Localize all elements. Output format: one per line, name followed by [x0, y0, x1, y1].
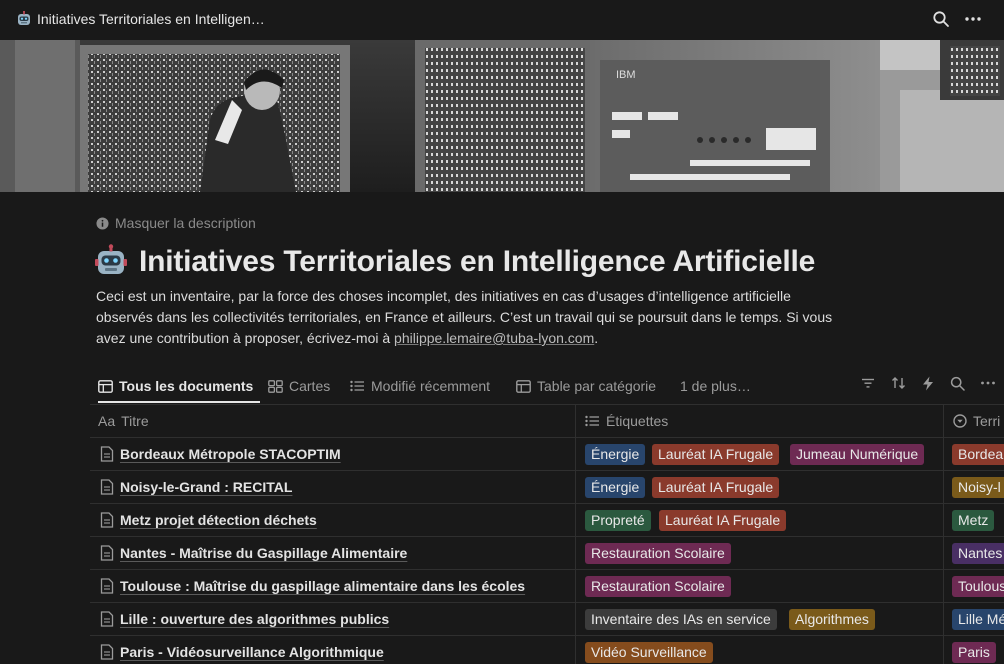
- table-row-title[interactable]: Toulouse : Maîtrise du gaspillage alimen…: [100, 576, 525, 596]
- document-icon: [100, 545, 114, 561]
- svg-text:IBM: IBM: [616, 69, 636, 81]
- territory-tag[interactable]: Bordea: [952, 444, 1004, 465]
- tab-label: Modifié récemment: [371, 378, 491, 394]
- column-header-territoire[interactable]: Terri: [953, 404, 1000, 437]
- active-tab-indicator: [98, 401, 260, 403]
- description-line: avez une contribution à proposer, écrive…: [96, 328, 876, 349]
- tag-proprete[interactable]: Propreté: [585, 510, 651, 531]
- page-description: Ceci est un inventaire, par la force des…: [96, 286, 876, 349]
- tag-laureat-ia-frugale[interactable]: Lauréat IA Frugale: [659, 510, 787, 531]
- territory-tag[interactable]: Metz: [952, 510, 995, 531]
- window-title[interactable]: Initiatives Territoriales en Intelligen…: [37, 11, 265, 27]
- hide-description-button[interactable]: Masquer la description: [96, 215, 256, 231]
- description-line: observés dans les collectivités territor…: [96, 309, 833, 325]
- filter-icon[interactable]: [861, 376, 875, 390]
- row-title-text: Noisy-le-Grand : RECITAL: [120, 479, 293, 495]
- tag-energie[interactable]: Énergie: [585, 477, 646, 498]
- table-border: [90, 635, 1004, 636]
- territory-tag[interactable]: Toulous: [952, 576, 1004, 597]
- more-views-button[interactable]: 1 de plus…: [680, 374, 751, 398]
- tag-video-surveillance[interactable]: Vidéo Surveillance: [585, 642, 713, 663]
- table-border: [90, 569, 1004, 570]
- text-property-icon: Aa: [98, 412, 116, 429]
- column-label: Titre: [121, 412, 149, 429]
- list-icon: [350, 380, 364, 392]
- description-text: avez une contribution à proposer, écrive…: [96, 330, 395, 346]
- automation-bolt-icon[interactable]: [922, 376, 934, 391]
- tab-label: Table par catégorie: [537, 378, 657, 394]
- tab-modifie-recemment[interactable]: Modifié récemment: [350, 374, 490, 398]
- tag-energie[interactable]: Énergie: [585, 444, 646, 465]
- table-row-title[interactable]: Paris - Vidéosurveillance Algorithmique: [100, 642, 384, 662]
- table-row-title[interactable]: Nantes - Maîtrise du Gaspillage Alimenta…: [100, 543, 407, 563]
- table-icon: [516, 379, 531, 393]
- tab-tous-les-documents[interactable]: Tous les documents: [98, 374, 253, 398]
- search-icon[interactable]: [932, 10, 950, 28]
- row-title-text: Toulouse : Maîtrise du gaspillage alimen…: [120, 578, 526, 594]
- document-icon: [100, 578, 114, 594]
- document-icon: [100, 644, 114, 660]
- tag-laureat-ia-frugale[interactable]: Lauréat IA Frugale: [652, 444, 780, 465]
- tag-restauration-scolaire[interactable]: Restauration Scolaire: [585, 576, 731, 597]
- territory-tag[interactable]: Lille Mé: [952, 609, 1004, 630]
- document-icon: [100, 479, 114, 495]
- territory-tag[interactable]: Paris: [952, 642, 996, 663]
- gallery-icon: [268, 379, 283, 393]
- table-border: [90, 404, 1004, 405]
- tag-restauration-scolaire[interactable]: Restauration Scolaire: [585, 543, 731, 564]
- robot-emoji-icon: [18, 11, 30, 25]
- row-title-text: Bordeaux Métropole STACOPTIM: [120, 446, 341, 462]
- tab-table-par-categorie[interactable]: Table par catégorie: [516, 374, 656, 398]
- table-border: [90, 503, 1004, 504]
- search-icon[interactable]: [950, 376, 965, 391]
- tab-label: Cartes: [289, 378, 331, 394]
- multi-select-icon: [585, 415, 599, 426]
- cover-image[interactable]: IBM: [0, 40, 1004, 192]
- document-icon: [100, 512, 114, 528]
- tab-label: Tous les documents: [119, 378, 254, 394]
- sort-icon[interactable]: [891, 376, 906, 390]
- tag-jumeau-numerique[interactable]: Jumeau Numérique: [790, 444, 925, 465]
- table-border: [90, 470, 1004, 471]
- select-icon: [953, 413, 967, 428]
- document-icon: [100, 446, 114, 462]
- hide-description-label: Masquer la description: [115, 215, 256, 231]
- info-icon: [96, 216, 109, 230]
- table-border: [90, 536, 1004, 537]
- tag-laureat-ia-frugale[interactable]: Lauréat IA Frugale: [652, 477, 780, 498]
- robot-page-icon[interactable]: [94, 244, 128, 278]
- description-line: Ceci est un inventaire, par la force des…: [96, 288, 791, 304]
- row-title-text: Paris - Vidéosurveillance Algorithmique: [120, 644, 384, 660]
- email-link[interactable]: philippe.lemaire@tuba-lyon.com: [394, 330, 594, 346]
- territory-tag[interactable]: Nantes: [952, 543, 1004, 564]
- top-bar: Initiatives Territoriales en Intelligen…: [0, 0, 1004, 40]
- more-options-icon[interactable]: [980, 376, 996, 390]
- views-bar: Tous les documents Cartes Modifié récemm…: [90, 370, 1004, 404]
- tag-inventaire-ias[interactable]: Inventaire des IAs en service: [585, 609, 777, 630]
- column-label: Étiquettes: [606, 412, 669, 429]
- row-title-text: Metz projet détection déchets: [120, 512, 317, 528]
- table-row-title[interactable]: Metz projet détection déchets: [100, 510, 317, 530]
- table-border: [90, 437, 1004, 438]
- table-icon: [98, 379, 113, 393]
- page-title[interactable]: Initiatives Territoriales en Intelligenc…: [139, 245, 815, 279]
- table-row-title[interactable]: Bordeaux Métropole STACOPTIM: [100, 444, 341, 464]
- column-header-titre[interactable]: Aa Titre: [98, 404, 149, 437]
- table-row-title[interactable]: Noisy-le-Grand : RECITAL: [100, 477, 292, 497]
- description-text: .: [594, 330, 599, 346]
- tab-cartes[interactable]: Cartes: [268, 374, 330, 398]
- table-row-title[interactable]: Lille : ouverture des algorithmes public…: [100, 609, 389, 629]
- row-title-text: Nantes - Maîtrise du Gaspillage Alimenta…: [120, 545, 408, 561]
- territory-column: Bordea Noisy-l Metz Nantes Toulous Lille…: [944, 437, 1004, 664]
- tag-algorithmes[interactable]: Algorithmes: [789, 609, 875, 630]
- row-title-text: Lille : ouverture des algorithmes public…: [120, 611, 390, 627]
- column-divider: [575, 404, 576, 664]
- table-border: [90, 602, 1004, 603]
- document-icon: [100, 611, 114, 627]
- column-header-etiquettes[interactable]: Étiquettes: [585, 404, 668, 437]
- more-options-icon[interactable]: [963, 10, 983, 28]
- column-label: Terri: [973, 412, 1001, 429]
- territory-tag[interactable]: Noisy-l: [952, 477, 1004, 498]
